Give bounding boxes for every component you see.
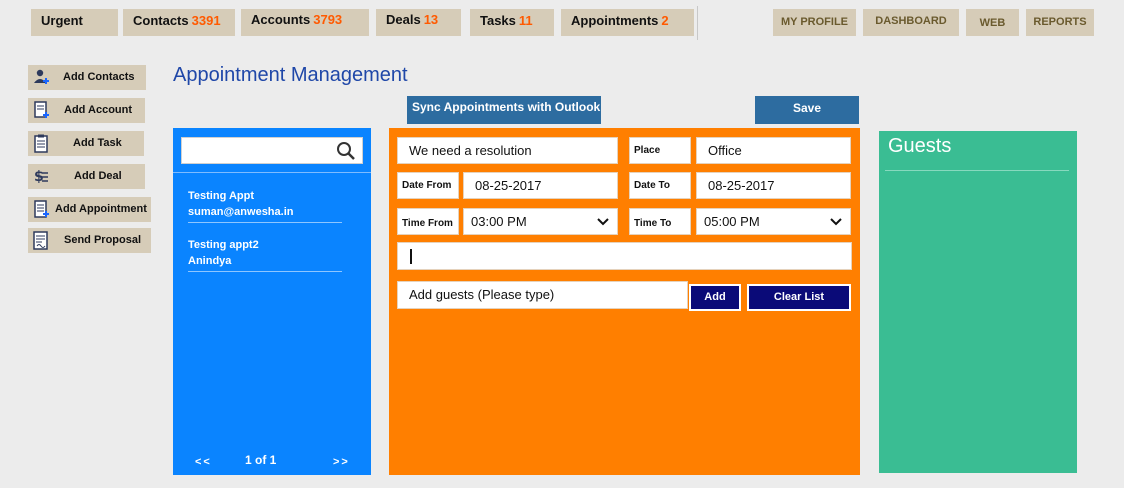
list-item-divider bbox=[188, 222, 342, 223]
subject-field[interactable]: We need a resolution bbox=[397, 137, 618, 164]
guests-input[interactable]: Add guests (Please type) bbox=[397, 281, 688, 309]
appointment-form-panel: We need a resolution Place Office Date F… bbox=[389, 128, 860, 475]
my-profile-button[interactable]: MY PROFILE bbox=[773, 9, 856, 36]
time-from-label: Time From bbox=[397, 208, 459, 235]
accounts-count: 3793 bbox=[313, 12, 343, 27]
time-from-value: 03:00 PM bbox=[471, 214, 527, 229]
text-cursor bbox=[410, 249, 412, 264]
proposal-icon bbox=[33, 231, 48, 250]
date-from-label: Date From bbox=[397, 172, 459, 199]
tab-accounts[interactable]: Accounts 3793 bbox=[241, 9, 369, 36]
add-deal-button[interactable]: $ Add Deal bbox=[28, 164, 145, 189]
place-field[interactable]: Office bbox=[696, 137, 851, 164]
tab-appointments[interactable]: Appointments 2 bbox=[561, 9, 694, 36]
add-task-icon bbox=[34, 134, 48, 153]
guests-title: Guests bbox=[888, 135, 952, 157]
send-proposal-button[interactable]: Send Proposal bbox=[28, 228, 151, 253]
list-item-subtitle: suman@anwesha.in bbox=[188, 206, 294, 218]
add-contact-icon bbox=[34, 69, 49, 84]
add-deal-label: Add Deal bbox=[74, 170, 122, 182]
deals-count: 13 bbox=[423, 12, 439, 27]
page-indicator: 1 of 1 bbox=[245, 453, 277, 467]
search-icon[interactable] bbox=[336, 141, 356, 161]
appointment-list-panel: Testing Appt suman@anwesha.in Testing ap… bbox=[173, 128, 371, 475]
guests-panel: Guests bbox=[879, 131, 1077, 473]
tasks-count: 11 bbox=[518, 13, 533, 28]
search-box[interactable] bbox=[181, 137, 363, 164]
time-from-select[interactable]: 03:00 PM bbox=[463, 208, 618, 235]
description-field[interactable] bbox=[397, 242, 852, 270]
tab-contacts[interactable]: Contacts 3391 bbox=[123, 9, 235, 36]
list-item-subtitle: Anindya bbox=[188, 255, 232, 267]
web-button[interactable]: WEB bbox=[966, 9, 1019, 36]
date-from-field[interactable]: 08-25-2017 bbox=[463, 172, 618, 199]
add-account-button[interactable]: Add Account bbox=[28, 98, 145, 123]
tab-appointments-label: Appointments bbox=[571, 13, 659, 28]
prev-page-button[interactable]: << bbox=[195, 456, 212, 468]
add-appointment-label: Add Appointment bbox=[55, 203, 147, 215]
add-task-button[interactable]: Add Task bbox=[28, 131, 144, 156]
chevron-down-icon bbox=[830, 218, 842, 226]
add-appointment-icon bbox=[34, 200, 49, 218]
reports-button[interactable]: REPORTS bbox=[1026, 9, 1094, 36]
add-guest-button[interactable]: Add bbox=[689, 284, 741, 311]
add-contacts-label: Add Contacts bbox=[63, 71, 135, 83]
date-to-field[interactable]: 08-25-2017 bbox=[696, 172, 851, 199]
next-page-button[interactable]: >> bbox=[333, 456, 350, 468]
time-to-label: Time To bbox=[629, 208, 691, 235]
list-item-title: Testing appt2 bbox=[188, 239, 259, 251]
tab-urgent[interactable]: Urgent bbox=[31, 9, 118, 36]
add-appointment-button[interactable]: Add Appointment bbox=[28, 197, 151, 222]
list-item[interactable]: Testing appt2 Anindya bbox=[188, 237, 342, 273]
list-item-divider bbox=[188, 271, 342, 272]
save-button[interactable]: Save bbox=[755, 96, 859, 124]
date-to-label: Date To bbox=[629, 172, 691, 199]
tab-contacts-label: Contacts bbox=[133, 13, 189, 28]
tab-accounts-label: Accounts bbox=[251, 12, 311, 27]
place-label: Place bbox=[629, 137, 691, 164]
add-contacts-button[interactable]: Add Contacts bbox=[28, 65, 146, 90]
add-deal-icon: $ bbox=[34, 169, 48, 185]
tab-deals-label: Deals bbox=[386, 12, 421, 27]
list-item[interactable]: Testing Appt suman@anwesha.in bbox=[188, 188, 342, 224]
time-to-value: 05:00 PM bbox=[704, 214, 760, 229]
time-to-select[interactable]: 05:00 PM bbox=[696, 208, 851, 235]
guests-divider bbox=[885, 170, 1069, 171]
tab-tasks[interactable]: Tasks 11 bbox=[470, 9, 554, 36]
nav-divider bbox=[697, 6, 698, 40]
sync-outlook-button[interactable]: Sync Appointments with Outlook bbox=[407, 96, 601, 124]
list-item-title: Testing Appt bbox=[188, 190, 254, 202]
tab-tasks-label: Tasks bbox=[480, 13, 516, 28]
tab-urgent-label: Urgent bbox=[41, 13, 83, 28]
contacts-count: 3391 bbox=[191, 13, 221, 28]
add-account-label: Add Account bbox=[64, 104, 133, 116]
clear-list-button[interactable]: Clear List bbox=[747, 284, 851, 311]
chevron-down-icon bbox=[597, 218, 609, 226]
add-account-icon bbox=[34, 101, 49, 118]
list-divider bbox=[173, 172, 371, 173]
dashboard-button[interactable]: DASHBOARD bbox=[863, 9, 959, 36]
send-proposal-label: Send Proposal bbox=[64, 234, 142, 246]
tab-deals[interactable]: Deals 13 bbox=[376, 9, 461, 36]
page-title: Appointment Management bbox=[173, 64, 408, 86]
appointments-count: 2 bbox=[661, 13, 669, 28]
add-task-label: Add Task bbox=[73, 137, 122, 149]
